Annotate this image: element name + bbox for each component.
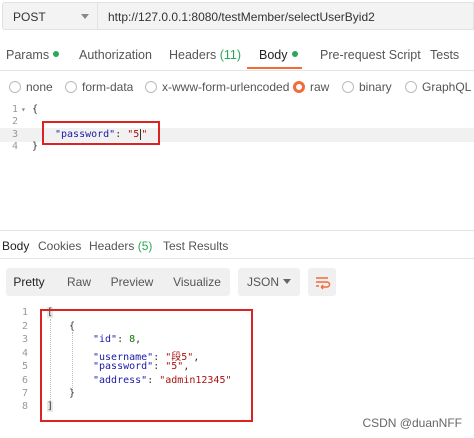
radio-label: raw: [310, 80, 330, 94]
line-number: 2: [11, 116, 18, 127]
tab-cookies[interactable]: Cookies: [38, 239, 81, 253]
tab-label: Body: [259, 48, 288, 62]
line-number: 3: [11, 129, 18, 140]
tab-authorization[interactable]: Authorization: [79, 42, 152, 70]
pretty-button[interactable]: Pretty: [6, 268, 52, 296]
active-tab-indicator: [247, 67, 302, 69]
tab-label: Tests: [430, 48, 460, 62]
divider: [0, 70, 474, 71]
radio-label: x-www-form-urlencoded: [162, 80, 290, 94]
tab-label: Body: [2, 239, 30, 253]
line-number: 8: [21, 401, 28, 412]
chevron-down-icon: [81, 14, 89, 19]
tab-pre-request-script[interactable]: Pre-request Script: [320, 42, 421, 70]
tab-label: Pre-request Script: [320, 48, 421, 62]
tab-label: Headers: [169, 48, 217, 62]
line-number: 3: [21, 334, 28, 345]
wrap-lines-button[interactable]: [308, 268, 336, 296]
method-select[interactable]: POST: [2, 2, 98, 30]
radio-selected-icon: [293, 81, 305, 93]
line-number: 5: [21, 361, 28, 372]
wrap-icon: [316, 277, 331, 290]
request-bar: POST http://127.0.0.1:8080/testMember/se…: [0, 0, 474, 33]
tab-label: Params: [6, 48, 50, 62]
tab-tests[interactable]: Tests: [430, 42, 459, 70]
radio-icon: [342, 81, 354, 93]
method-label: POST: [13, 10, 46, 24]
line-number: 1: [11, 104, 18, 115]
status-dot-icon: [53, 51, 60, 57]
divider: [0, 258, 474, 259]
tab-label: Authorization: [79, 48, 152, 62]
view-mode-group: Pretty Raw Preview Visualize: [6, 268, 230, 296]
raw-button[interactable]: Raw: [56, 268, 102, 296]
divider: [0, 230, 474, 231]
tab-headers[interactable]: Headers (11): [169, 42, 241, 70]
format-select[interactable]: JSON: [238, 268, 300, 296]
tab-body[interactable]: Body: [259, 42, 298, 70]
tab-count: (5): [137, 239, 153, 253]
format-label: JSON: [247, 275, 280, 289]
line-number: 4: [21, 348, 28, 359]
tab-response-body[interactable]: Body: [2, 239, 29, 253]
body-type-radios: none form-data x-www-form-urlencoded raw…: [0, 78, 474, 98]
preview-button[interactable]: Preview: [106, 268, 158, 296]
tab-label: Cookies: [38, 239, 82, 253]
radio-label: GraphQL: [422, 80, 472, 94]
tab-params[interactable]: Params: [6, 42, 60, 70]
line-number: 4: [11, 141, 18, 152]
visualize-button[interactable]: Visualize: [166, 268, 228, 296]
tab-label: Test Results: [163, 239, 229, 253]
radio-label: binary: [359, 80, 392, 94]
radio-icon: [145, 81, 157, 93]
code-token: {: [32, 104, 39, 115]
status-dot-icon: [291, 51, 298, 57]
response-tabs: Body Cookies Headers (5) Test Results: [0, 237, 474, 257]
tab-response-headers[interactable]: Headers (5): [89, 239, 152, 253]
tab-count: (11): [219, 48, 242, 62]
radio-icon: [65, 81, 77, 93]
tab-test-results[interactable]: Test Results: [163, 239, 228, 253]
fold-arrow-icon[interactable]: ▾: [21, 105, 26, 114]
radio-label: form-data: [82, 80, 134, 94]
line-number: 6: [21, 375, 28, 386]
line-number: 7: [21, 388, 28, 399]
code-token: }: [32, 141, 39, 152]
radio-label: none: [26, 80, 53, 94]
highlight-box: [40, 309, 253, 422]
tab-label: Headers: [89, 239, 135, 253]
line-number: 2: [21, 321, 28, 332]
url-input[interactable]: http://127.0.0.1:8080/testMember/selectU…: [98, 2, 474, 30]
request-tabs: Params Authorization Headers (11) Body P…: [0, 42, 474, 70]
radio-icon: [9, 81, 21, 93]
radio-icon: [405, 81, 417, 93]
watermark: CSDN @duanNFF: [362, 416, 462, 430]
chevron-down-icon: [283, 279, 291, 284]
line-number: 1: [21, 307, 28, 318]
highlight-box: [42, 121, 160, 145]
